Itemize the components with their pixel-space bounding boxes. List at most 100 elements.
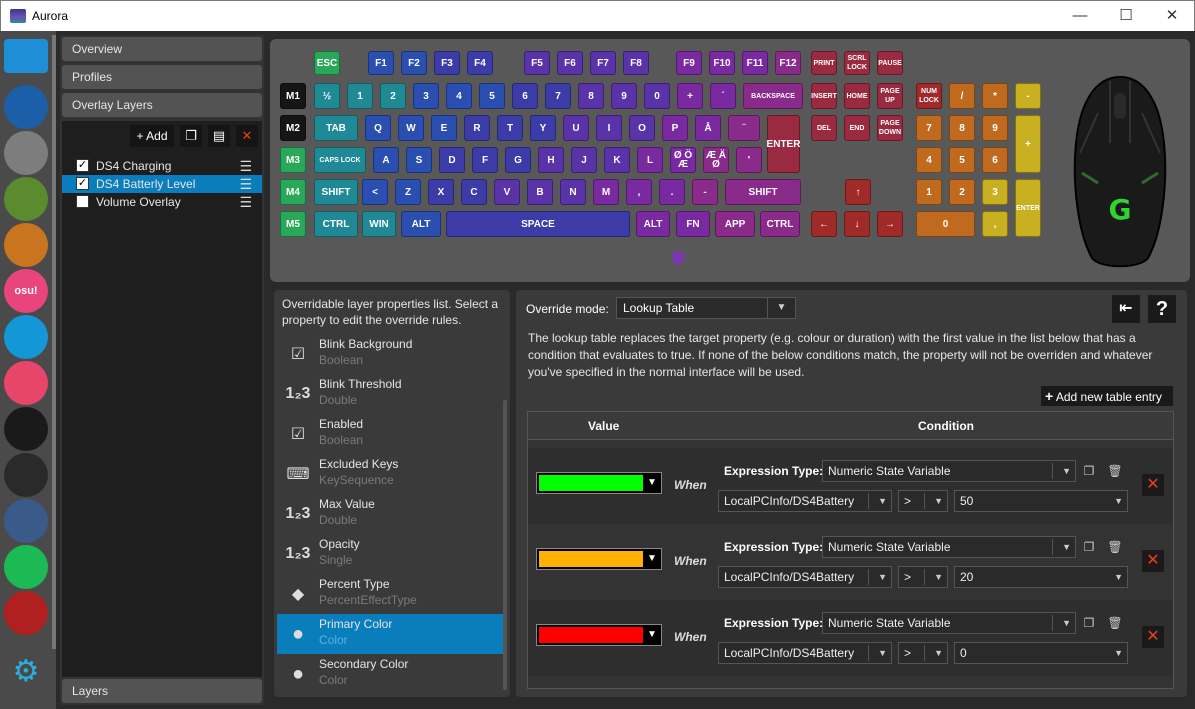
key[interactable]: F1 bbox=[368, 51, 394, 75]
key[interactable]: PAGE UP bbox=[877, 83, 903, 109]
key[interactable]: ALT bbox=[401, 211, 441, 237]
operator-select[interactable]: > ▼ bbox=[898, 566, 948, 588]
red-game-profile-icon[interactable] bbox=[4, 591, 48, 635]
skype-profile-icon[interactable] bbox=[4, 315, 48, 359]
key[interactable]: ↓ bbox=[844, 211, 870, 237]
layer-enabled-checkbox[interactable]: ✓ bbox=[76, 159, 89, 172]
overlay-layers-header[interactable]: Overlay Layers bbox=[62, 93, 262, 117]
key[interactable]: P bbox=[662, 115, 688, 141]
key[interactable]: J bbox=[571, 147, 597, 173]
key[interactable]: F7 bbox=[590, 51, 616, 75]
color-picker[interactable]: ▼ bbox=[536, 548, 662, 570]
key[interactable]: F12 bbox=[775, 51, 801, 75]
key[interactable]: < bbox=[362, 179, 388, 205]
key[interactable]: A bbox=[373, 147, 399, 173]
key[interactable]: . bbox=[659, 179, 685, 205]
key[interactable]: INSERT bbox=[811, 83, 837, 109]
layer-enabled-checkbox[interactable] bbox=[76, 195, 89, 208]
key[interactable]: M4 bbox=[280, 179, 306, 205]
layer-menu-icon[interactable]: ☰ bbox=[239, 175, 252, 193]
property-item[interactable]: 1₂3 Blink Threshold Double bbox=[277, 374, 503, 414]
delete-layer-icon[interactable]: ✕ bbox=[236, 125, 258, 147]
key[interactable]: SHIFT bbox=[314, 179, 358, 205]
property-item[interactable]: ● Primary Color Color bbox=[277, 614, 503, 654]
slime-rancher-profile-icon[interactable] bbox=[4, 361, 48, 405]
key[interactable]: + bbox=[1015, 115, 1041, 173]
property-item[interactable]: ● Secondary Color Color bbox=[277, 654, 503, 694]
key[interactable]: B bbox=[527, 179, 553, 205]
key[interactable]: F3 bbox=[434, 51, 460, 75]
key[interactable]: CTRL bbox=[760, 211, 800, 237]
color-picker[interactable]: ▼ bbox=[536, 624, 662, 646]
overwatch-profile-icon[interactable] bbox=[4, 131, 48, 175]
key[interactable]: K bbox=[604, 147, 630, 173]
key[interactable]: - bbox=[692, 179, 718, 205]
expression-type-select[interactable]: Numeric State Variable ▼ bbox=[822, 612, 1076, 634]
key[interactable]: Z bbox=[395, 179, 421, 205]
key[interactable]: ↑ bbox=[845, 179, 871, 205]
key[interactable]: ' bbox=[736, 147, 762, 173]
key[interactable]: Å bbox=[695, 115, 721, 141]
key[interactable]: NUM LOCK bbox=[916, 83, 942, 109]
key[interactable]: 9 bbox=[611, 83, 637, 109]
key[interactable]: ENTER bbox=[767, 115, 800, 173]
key[interactable]: M2 bbox=[280, 115, 306, 141]
key[interactable]: 6 bbox=[982, 147, 1008, 173]
key[interactable]: F9 bbox=[676, 51, 702, 75]
minecraft-profile-icon[interactable] bbox=[4, 177, 48, 221]
key[interactable]: O bbox=[629, 115, 655, 141]
copy-expression-icon[interactable]: ❐ bbox=[1078, 536, 1100, 558]
key[interactable]: Æ Ä Ø bbox=[703, 147, 729, 173]
key[interactable]: F8 bbox=[623, 51, 649, 75]
key[interactable]: 0 bbox=[644, 83, 670, 109]
key[interactable]: L bbox=[637, 147, 663, 173]
key[interactable]: APP bbox=[715, 211, 755, 237]
key[interactable]: H bbox=[538, 147, 564, 173]
key[interactable]: ´ bbox=[710, 83, 736, 109]
comparison-value-select[interactable]: 50 ▼ bbox=[954, 490, 1128, 512]
key[interactable]: CTRL bbox=[314, 211, 358, 237]
key[interactable]: ½ bbox=[314, 83, 340, 109]
key[interactable]: FN bbox=[676, 211, 710, 237]
property-item[interactable]: ☑ Enabled Boolean bbox=[277, 414, 503, 454]
key[interactable]: TAB bbox=[314, 115, 358, 141]
key[interactable]: 2 bbox=[380, 83, 406, 109]
key[interactable]: G bbox=[505, 147, 531, 173]
layer-row[interactable]: ✓ DS4 Charging ☰ bbox=[62, 157, 262, 175]
key[interactable]: N bbox=[560, 179, 586, 205]
key[interactable]: 2 bbox=[949, 179, 975, 205]
delete-entry-icon[interactable]: ✕ bbox=[1142, 474, 1164, 496]
key[interactable]: / bbox=[949, 83, 975, 109]
expression-type-select[interactable]: Numeric State Variable ▼ bbox=[822, 460, 1076, 482]
key[interactable]: 7 bbox=[545, 83, 571, 109]
hotline-miami-profile-icon[interactable] bbox=[4, 407, 48, 451]
key[interactable]: 0 bbox=[916, 211, 975, 237]
key[interactable]: 6 bbox=[512, 83, 538, 109]
key[interactable]: ← bbox=[811, 211, 837, 237]
key[interactable]: END bbox=[844, 115, 870, 141]
key[interactable]: PAUSE bbox=[877, 51, 903, 75]
key[interactable]: F2 bbox=[401, 51, 427, 75]
key[interactable]: F6 bbox=[557, 51, 583, 75]
key[interactable]: C bbox=[461, 179, 487, 205]
add-table-entry-button[interactable]: + Add new table entry bbox=[1041, 386, 1173, 406]
key[interactable]: V bbox=[494, 179, 520, 205]
key[interactable]: ESC bbox=[314, 51, 340, 75]
rocket-league-profile-icon[interactable] bbox=[4, 85, 48, 129]
color-picker[interactable]: ▼ bbox=[536, 472, 662, 494]
property-item[interactable]: ☑ Blink Background Boolean bbox=[277, 334, 503, 374]
key[interactable]: 7 bbox=[916, 115, 942, 141]
key[interactable]: M5 bbox=[280, 211, 306, 237]
key[interactable]: Q bbox=[365, 115, 391, 141]
profile-strip-scrollbar[interactable] bbox=[52, 35, 56, 649]
layer-row[interactable]: Volume Overlay ☰ bbox=[62, 193, 262, 211]
help-button[interactable]: ? bbox=[1148, 295, 1176, 323]
layer-row[interactable]: ✓ DS4 Batterly Level ☰ bbox=[62, 175, 262, 193]
key[interactable]: 5 bbox=[949, 147, 975, 173]
key[interactable]: 1 bbox=[916, 179, 942, 205]
key[interactable]: PAGE DOWN bbox=[877, 115, 903, 141]
key[interactable]: Y bbox=[530, 115, 556, 141]
key[interactable]: Ø Ö Æ bbox=[670, 147, 696, 173]
key[interactable]: PRINT bbox=[811, 51, 837, 75]
copy-expression-icon[interactable]: ❐ bbox=[1078, 460, 1100, 482]
